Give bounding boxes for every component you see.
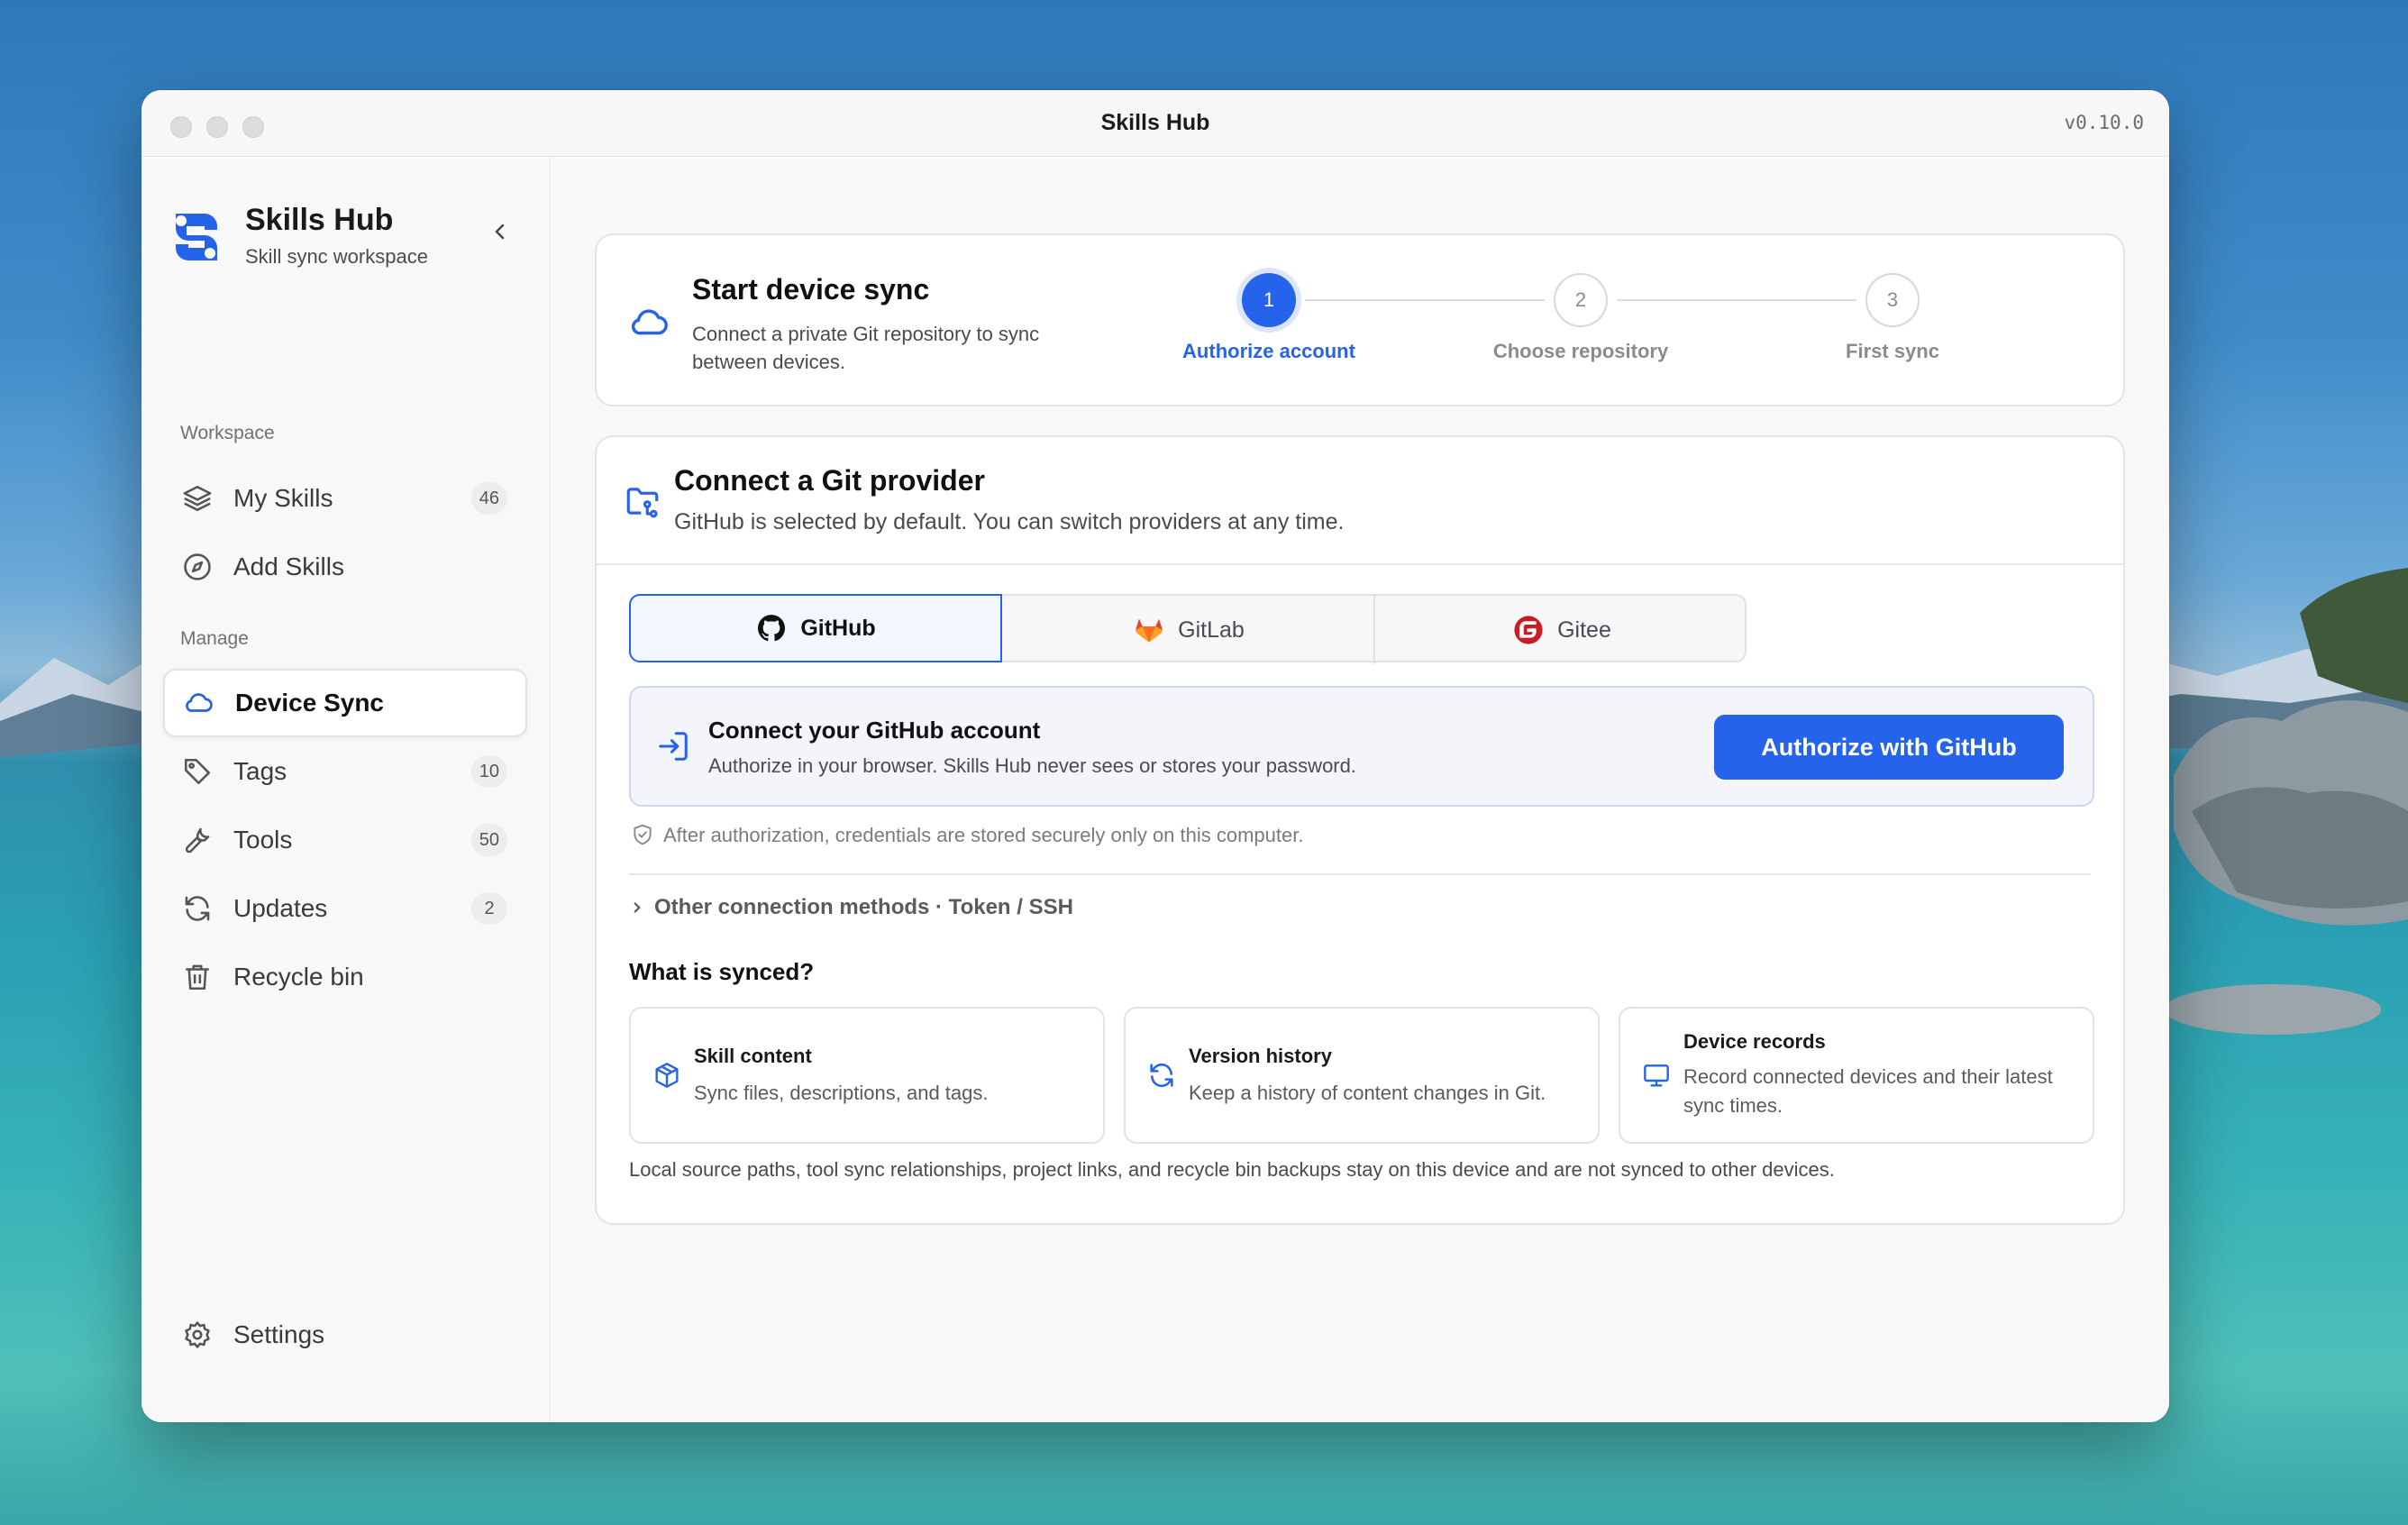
- gear-icon: [181, 1319, 214, 1351]
- feature-device-records: Device records Record connected devices …: [1619, 1007, 2094, 1144]
- sidebar-item-label: Device Sync: [235, 689, 384, 717]
- layers-icon: [181, 482, 214, 515]
- title-bar: Skills Hub v0.10.0: [141, 90, 2169, 157]
- sync-description: Connect a private Git repository to sync…: [692, 323, 1040, 373]
- step-2-label: Choose repository: [1492, 340, 1669, 362]
- shield-check-icon: [634, 824, 652, 845]
- chevron-left-icon: [495, 224, 505, 240]
- tab-gitee[interactable]: Gitee: [1377, 596, 1747, 664]
- gitlab-icon: [1133, 614, 1165, 646]
- sidebar-item-device-sync[interactable]: Device Sync: [163, 669, 527, 737]
- app-version: v0.10.0: [2064, 112, 2144, 133]
- sidebar-item-label: Add Skills: [233, 552, 344, 580]
- step-1-indicator: 1: [1242, 273, 1296, 327]
- package-icon: [651, 1059, 683, 1091]
- footer-note: Local source paths, tool sync relationsh…: [629, 1158, 1835, 1181]
- history-icon: [1145, 1059, 1178, 1091]
- github-icon: [755, 612, 788, 644]
- sidebar-item-label: Tags: [233, 757, 287, 785]
- authorize-github-button[interactable]: Authorize with GitHub: [1714, 715, 2064, 780]
- feature-description: Sync files, descriptions, and tags.: [694, 1082, 989, 1104]
- brand-subtitle: Skill sync workspace: [245, 245, 428, 268]
- divider: [597, 563, 2123, 565]
- main-content: Start device sync Connect a private Git …: [552, 158, 2169, 1422]
- sidebar-item-label: My Skills: [233, 484, 333, 512]
- feature-skill-content: Skill content Sync files, descriptions, …: [629, 1007, 1105, 1144]
- sidebar-item-label: Settings: [233, 1320, 325, 1348]
- git-provider-card: Connect a Git provider GitHub is selecte…: [595, 435, 2125, 1225]
- sidebar-item-tags[interactable]: Tags 10: [163, 737, 527, 806]
- skills-hub-logo-icon: [176, 214, 217, 260]
- tools-count-badge: 50: [470, 824, 507, 856]
- cloud-icon: [631, 309, 668, 335]
- other-methods-label: Other connection methods · Token / SSH: [654, 895, 1073, 919]
- synced-heading: What is synced?: [629, 958, 815, 985]
- step-connector: [1617, 299, 1856, 301]
- sync-steps-card: Start device sync Connect a private Git …: [595, 233, 2125, 406]
- background-rocks: [2165, 568, 2408, 1035]
- collapse-sidebar-button[interactable]: [482, 214, 518, 250]
- tab-label: GitLab: [1178, 616, 1245, 643]
- refresh-icon: [181, 892, 214, 925]
- sidebar-item-add-skills[interactable]: Add Skills: [163, 533, 527, 601]
- feature-version-history: Version history Keep a history of conten…: [1124, 1007, 1600, 1144]
- sidebar: Skills Hub Skill sync workspace Workspac…: [141, 158, 551, 1422]
- updates-count-badge: 2: [471, 892, 507, 925]
- sidebar-item-tools[interactable]: Tools 50: [163, 806, 527, 874]
- tab-github[interactable]: GitHub: [629, 594, 1002, 662]
- monitor-icon: [1640, 1059, 1673, 1091]
- synced-features: Skill content Sync files, descriptions, …: [629, 1007, 2094, 1144]
- connect-description: Authorize in your browser. Skills Hub ne…: [708, 754, 1356, 777]
- security-note: After authorization, credentials are sto…: [663, 824, 1304, 846]
- wrench-icon: [181, 824, 214, 856]
- feature-title: Skill content: [694, 1045, 812, 1067]
- tag-icon: [181, 755, 214, 788]
- trash-icon: [181, 961, 214, 993]
- feature-title: Version history: [1189, 1045, 1332, 1067]
- step-1-label: Authorize account: [1182, 340, 1355, 362]
- sync-title: Start device sync: [692, 273, 930, 306]
- other-connection-methods-toggle[interactable]: Other connection methods · Token / SSH: [629, 895, 1073, 920]
- tab-label: GitHub: [800, 615, 876, 641]
- sidebar-item-label: Updates: [233, 894, 328, 922]
- window-title: Skills Hub: [1100, 110, 1210, 135]
- sidebar-item-settings[interactable]: Settings: [163, 1301, 527, 1369]
- compass-icon: [181, 551, 214, 583]
- sidebar-item-recycle-bin[interactable]: Recycle bin: [163, 943, 527, 1011]
- feature-description: Keep a history of content changes in Git…: [1189, 1082, 1546, 1104]
- provider-tabs: GitHub GitLab Gitee: [629, 594, 1747, 664]
- app-window: Skills Hub v0.10.0 Skills Hub Skill sync…: [141, 90, 2169, 1422]
- sidebar-item-my-skills[interactable]: My Skills 46: [163, 464, 527, 533]
- chevron-right-icon: [634, 902, 641, 913]
- tab-gitlab[interactable]: GitLab: [1004, 596, 1375, 664]
- step-2-indicator: 2: [1554, 273, 1608, 327]
- sign-in-icon: [659, 732, 688, 761]
- provider-title: Connect a Git provider: [674, 464, 985, 497]
- divider: [629, 873, 2091, 875]
- tags-count-badge: 10: [470, 755, 507, 788]
- feature-title: Device records: [1683, 1030, 1826, 1053]
- brand-title: Skills Hub: [245, 203, 394, 237]
- sidebar-item-label: Tools: [233, 826, 293, 854]
- workspace-section-label: Workspace: [180, 423, 275, 443]
- provider-subtitle: GitHub is selected by default. You can s…: [674, 509, 1345, 534]
- cloud-icon: [183, 687, 215, 719]
- feature-description: Record connected devices and their lates…: [1683, 1065, 2053, 1117]
- my-skills-count-badge: 46: [470, 482, 507, 515]
- sidebar-item-updates[interactable]: Updates 2: [163, 874, 527, 943]
- connect-title: Connect your GitHub account: [708, 717, 1041, 744]
- connect-account-panel: Connect your GitHub account Authorize in…: [629, 686, 2094, 807]
- sidebar-item-label: Recycle bin: [233, 963, 364, 991]
- tab-label: Gitee: [1557, 616, 1611, 643]
- gitee-icon: [1512, 614, 1545, 646]
- step-connector: [1305, 299, 1545, 301]
- step-3-indicator: 3: [1865, 273, 1920, 327]
- step-3-label: First sync: [1846, 340, 1939, 362]
- manage-section-label: Manage: [180, 628, 249, 649]
- folder-git-icon: [626, 488, 659, 518]
